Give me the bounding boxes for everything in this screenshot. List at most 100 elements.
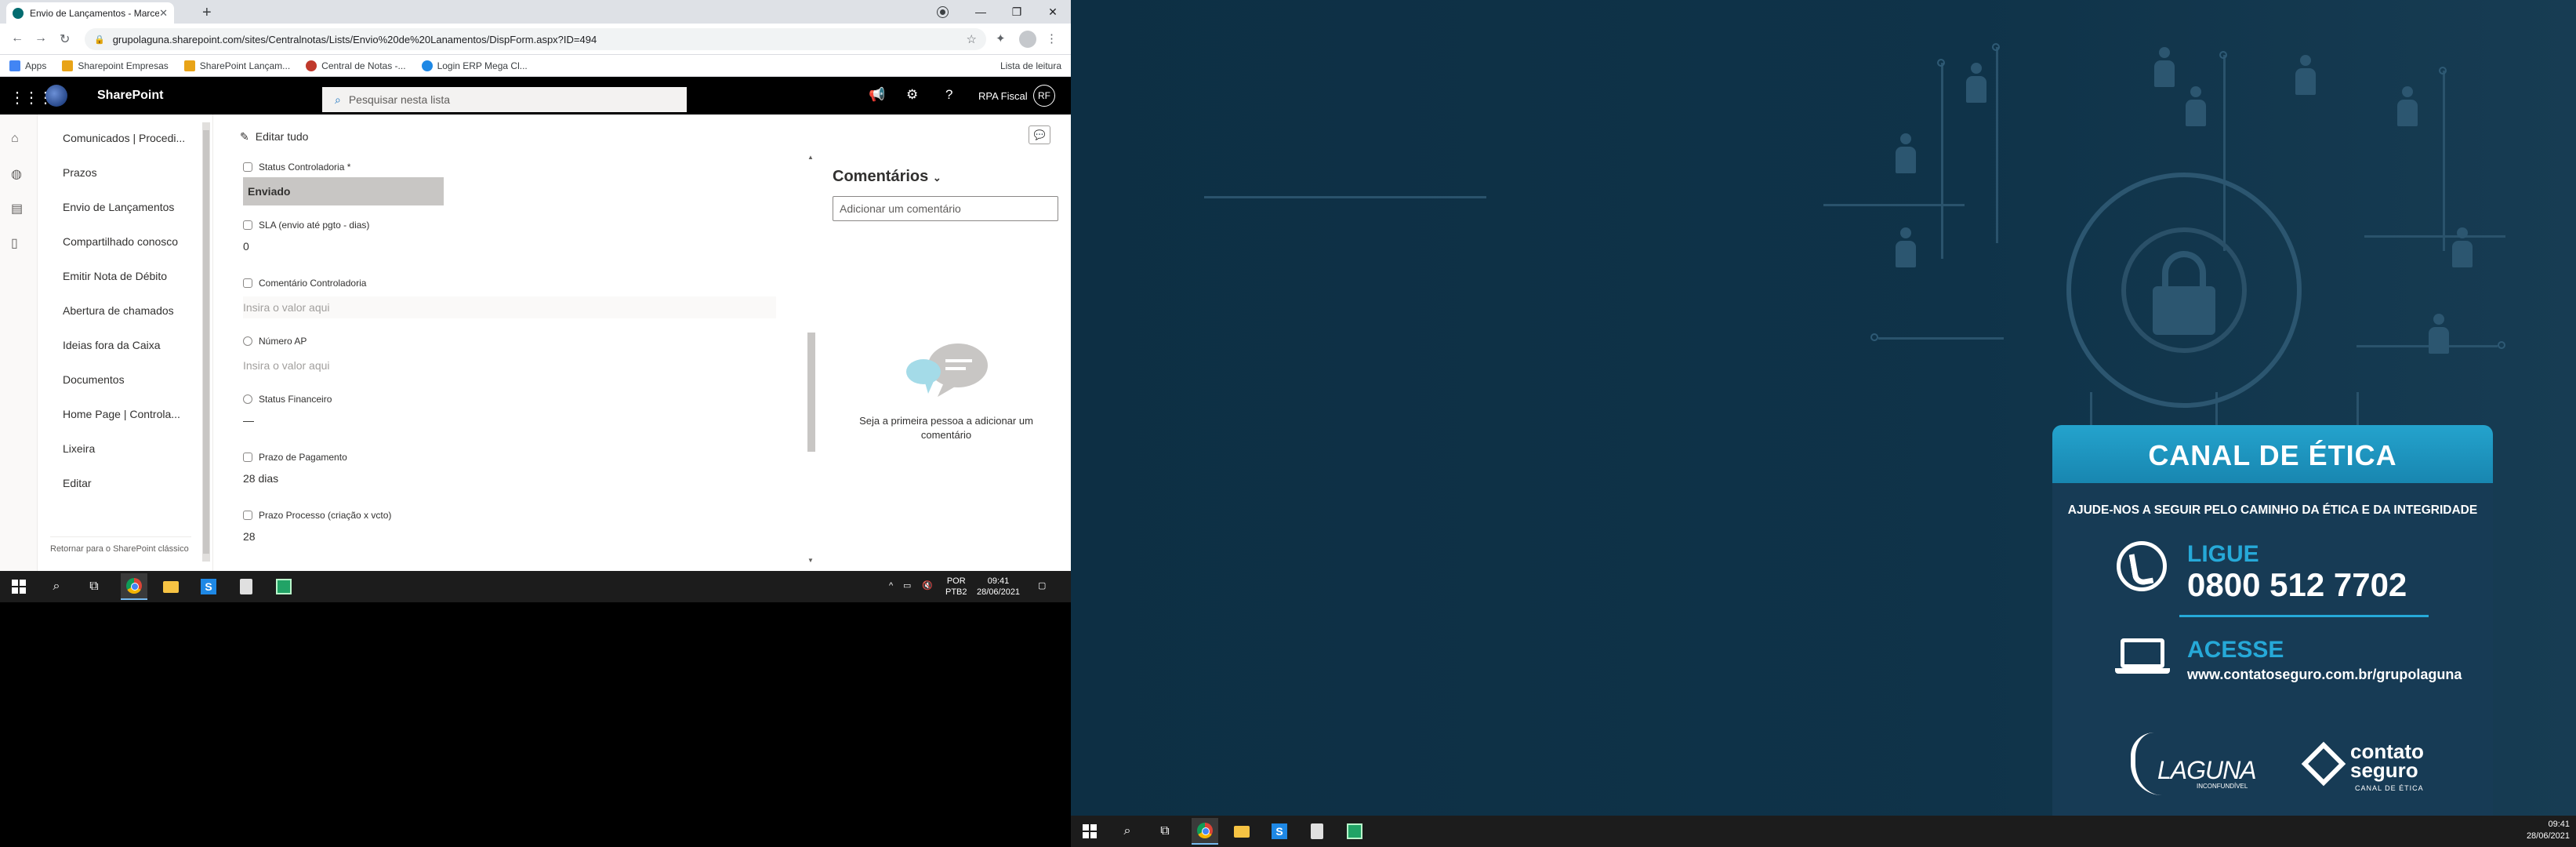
- field-label: Número AP: [259, 336, 307, 347]
- nav-item-home-page[interactable]: Home Page | Controla...: [63, 408, 180, 420]
- taskbar-monitor-2: ⌕ ⧉ S 09:41 28/06/2021: [1071, 816, 2576, 847]
- nav-item-ideias[interactable]: Ideias fora da Caixa: [63, 339, 161, 351]
- task-view-icon[interactable]: ⧉: [85, 577, 103, 596]
- item-form: Status Controladoria * Enviado SLA (envi…: [213, 158, 806, 571]
- file-explorer-icon[interactable]: [161, 577, 180, 596]
- bookmark-sharepoint-empresas[interactable]: Sharepoint Empresas: [62, 60, 169, 71]
- sla-value[interactable]: 0: [243, 240, 776, 253]
- comment-input[interactable]: Adicionar um comentário: [833, 196, 1058, 221]
- extensions-icon[interactable]: ✦: [996, 31, 1006, 45]
- circuit-node: [1870, 333, 1878, 341]
- close-window-icon[interactable]: ✕: [1035, 0, 1071, 24]
- nav-item-compartilhado[interactable]: Compartilhado conosco: [63, 235, 178, 248]
- bookmark-star-icon[interactable]: ☆: [967, 32, 977, 46]
- file-explorer-icon[interactable]: [1232, 822, 1251, 841]
- user-name[interactable]: RPA Fiscal: [978, 90, 1028, 102]
- document-app-icon[interactable]: [1308, 822, 1326, 841]
- restore-icon[interactable]: ❐: [999, 0, 1035, 24]
- bookmark-central-notas[interactable]: Central de Notas -...: [306, 60, 406, 71]
- start-button[interactable]: [9, 577, 28, 596]
- back-icon[interactable]: ←: [11, 31, 24, 45]
- comments-title[interactable]: Comentários ⌄: [833, 168, 942, 186]
- clock[interactable]: 09:41 28/06/2021: [2527, 819, 2570, 842]
- form-scroll-thumb[interactable]: [807, 333, 815, 452]
- search-icon[interactable]: ⌕: [1118, 822, 1137, 841]
- site-logo[interactable]: [45, 85, 67, 107]
- media-record-icon[interactable]: [937, 6, 949, 18]
- nav-item-prazos[interactable]: Prazos: [63, 166, 97, 179]
- megaphone-icon[interactable]: 📢: [869, 87, 885, 103]
- tray-chevron-icon[interactable]: ^: [889, 580, 893, 591]
- nav-item-nota-debito[interactable]: Emitir Nota de Débito: [63, 270, 167, 282]
- menu-kebab-icon[interactable]: ⋮: [1046, 31, 1058, 45]
- help-icon[interactable]: ?: [945, 87, 952, 103]
- circuit-line: [1823, 204, 1965, 206]
- bookmark-login-erp[interactable]: Login ERP Mega Cl...: [421, 60, 528, 71]
- nav-item-documentos[interactable]: Documentos: [63, 373, 125, 386]
- tab-title: Envio de Lançamentos - Marcelo: [30, 7, 160, 19]
- comments-toggle-icon[interactable]: 💬: [1029, 125, 1050, 144]
- bookmark-sharepoint-lancamentos[interactable]: SharePoint Lançam...: [183, 60, 290, 71]
- browser-tab[interactable]: Envio de Lançamentos - Marcelo ✕: [6, 2, 174, 24]
- language-indicator[interactable]: POR PTB2: [945, 576, 967, 598]
- scroll-down-icon[interactable]: ▼: [807, 557, 814, 564]
- user-avatar[interactable]: RF: [1033, 85, 1055, 107]
- circuit-node: [2439, 67, 2447, 75]
- nav-item-editar[interactable]: Editar: [63, 477, 92, 489]
- form-scrollbar[interactable]: ▲ ▼: [806, 154, 815, 568]
- profile-avatar[interactable]: [1019, 31, 1036, 48]
- status-controladoria-dropdown[interactable]: Enviado: [243, 177, 444, 205]
- prazo-pagamento-value[interactable]: 28 dias: [243, 472, 776, 485]
- search-icon[interactable]: ⌕: [47, 577, 66, 596]
- green-app-icon[interactable]: [274, 577, 293, 596]
- nav-scrollbar[interactable]: [202, 122, 210, 562]
- comments-pane: Comentários ⌄ Adicionar um comentário Se…: [822, 158, 1071, 571]
- circuit-line: [2364, 235, 2505, 238]
- status-financeiro-value[interactable]: —: [243, 414, 776, 427]
- comentario-input[interactable]: Insira o valor aqui: [243, 296, 776, 318]
- chevron-down-icon: ⌄: [932, 172, 942, 184]
- task-view-icon[interactable]: ⧉: [1156, 822, 1174, 841]
- prazo-processo-value[interactable]: 28: [243, 530, 776, 543]
- nav-item-comunicados[interactable]: Comunicados | Procedi...: [63, 132, 185, 144]
- close-tab-icon[interactable]: ✕: [159, 7, 168, 20]
- files-icon[interactable]: ▯: [11, 235, 18, 251]
- volume-muted-icon[interactable]: 🔇: [922, 580, 933, 591]
- minimize-icon[interactable]: —: [963, 0, 999, 24]
- nav-item-lixeira[interactable]: Lixeira: [63, 442, 95, 455]
- clock[interactable]: 09:41 28/06/2021: [977, 576, 1020, 598]
- chrome-taskbar-icon[interactable]: [1192, 818, 1218, 845]
- green-app-icon[interactable]: [1345, 822, 1364, 841]
- nav-item-chamados[interactable]: Abertura de chamados: [63, 304, 174, 317]
- bookmark-apps[interactable]: Apps: [9, 60, 46, 71]
- nav-scroll-thumb[interactable]: [203, 130, 209, 554]
- reading-list-button[interactable]: Lista de leitura: [1000, 60, 1061, 71]
- nav-item-envio-lancamentos[interactable]: Envio de Lançamentos: [63, 201, 174, 213]
- reload-icon[interactable]: ↻: [60, 31, 70, 47]
- globe-icon[interactable]: ◍: [11, 166, 22, 182]
- padlock-body-icon: [2153, 286, 2215, 335]
- numero-ap-input[interactable]: Insira o valor aqui: [243, 354, 776, 376]
- edit-all-button[interactable]: ✎ Editar tudo: [240, 130, 308, 144]
- classic-sharepoint-link[interactable]: Retornar para o SharePoint clássico: [50, 536, 191, 554]
- chrome-taskbar-icon[interactable]: [121, 573, 147, 600]
- settings-gear-icon[interactable]: ⚙: [906, 87, 918, 103]
- app-s-icon[interactable]: S: [199, 577, 218, 596]
- pencil-icon: ✎: [240, 130, 249, 143]
- home-icon[interactable]: ⌂: [11, 132, 19, 146]
- notifications-icon[interactable]: ▢: [1038, 580, 1046, 591]
- new-tab-button[interactable]: +: [202, 4, 212, 22]
- url-field[interactable]: 🔒 grupolaguna.sharepoint.com/sites/Centr…: [85, 28, 986, 50]
- number-field-icon: [243, 220, 252, 230]
- scroll-up-icon[interactable]: ▲: [807, 154, 814, 161]
- document-app-icon[interactable]: [237, 577, 256, 596]
- news-icon[interactable]: ▤: [11, 201, 23, 216]
- start-button[interactable]: [1080, 822, 1099, 841]
- network-icon[interactable]: ▭: [903, 580, 911, 591]
- forward-icon[interactable]: →: [34, 31, 47, 45]
- app-name[interactable]: SharePoint: [97, 89, 163, 103]
- lock-icon[interactable]: 🔒: [94, 35, 105, 45]
- list-search-input[interactable]: ⌕ Pesquisar nesta lista: [322, 87, 687, 112]
- windows-logo-icon: [1083, 824, 1097, 838]
- app-s-icon[interactable]: S: [1270, 822, 1289, 841]
